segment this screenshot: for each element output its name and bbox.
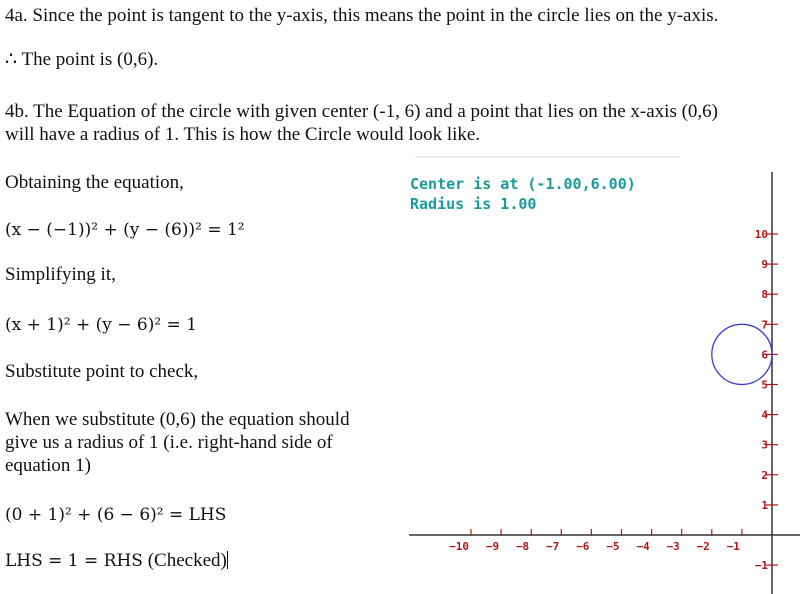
y-ticks: 10 9 8 7 6 5 4 3 2 1 −1 [755, 228, 778, 572]
y-tick-label: 7 [761, 318, 768, 331]
equation-4: LHS = 1 = RHS [5, 551, 143, 571]
equation-3: (0 + 1)² + (6 − 6)² = LHS [5, 505, 227, 525]
x-tick-label: −8 [516, 540, 529, 553]
substitute-explanation-line2: give us a radius of 1 (i.e. right-hand s… [5, 432, 333, 453]
checked-label: (Checked) [142, 550, 227, 571]
x-tick-label: −2 [697, 540, 710, 553]
substitute-explanation-line3: equation 1) [5, 455, 92, 476]
simplifying-label: Simplifying it, [5, 264, 116, 285]
y-tick-label: 9 [761, 258, 768, 271]
circle-graph: Center is at (-1.00,6.00) Radius is 1.00… [409, 156, 800, 594]
y-tick-label: 6 [761, 348, 768, 361]
x-ticks: −10−9−8−7−6−5−4−3−2−11 [449, 529, 743, 553]
x-tick-label: −4 [636, 540, 650, 553]
y-tick-label: 3 [761, 439, 768, 452]
x-tick-label: −10 [449, 540, 469, 553]
text-cursor [226, 551, 228, 569]
therefore-statement: ∴ The point is (0,6). [5, 49, 159, 70]
substitute-explanation-line1: When we substitute (0,6) the equation sh… [5, 409, 350, 430]
substitute-label: Substitute point to check, [5, 361, 199, 382]
equation-1: (x − (−1))² + (y − (6))² = 1² [5, 220, 245, 240]
y-tick-label: 5 [761, 379, 768, 392]
paragraph-4b-line2: will have a radius of 1. This is how the… [5, 124, 481, 145]
paragraph-4b-line1: 4b. The Equation of the circle with give… [5, 101, 718, 122]
x-tick-label: −1 [727, 540, 741, 553]
center-readout: Center is at (-1.00,6.00) [410, 175, 636, 193]
x-tick-label: −5 [606, 540, 619, 553]
y-tick-label: 8 [761, 288, 768, 301]
paragraph-4a: 4a. Since the point is tangent to the y-… [5, 5, 719, 26]
y-tick-label: −1 [755, 559, 769, 572]
y-tick-label: 1 [761, 499, 768, 512]
x-tick-label: −7 [546, 540, 559, 553]
check-line[interactable]: LHS = 1 = RHS (Checked) [5, 550, 228, 572]
y-tick-label: 4 [761, 409, 768, 422]
obtaining-label: Obtaining the equation, [5, 172, 184, 193]
x-tick-label: −9 [486, 540, 499, 553]
x-tick-label: −6 [576, 540, 590, 553]
radius-readout: Radius is 1.00 [410, 195, 536, 213]
x-tick-label: −3 [666, 540, 679, 553]
y-tick-label: 2 [761, 469, 768, 482]
y-tick-label: 10 [755, 228, 768, 241]
equation-2: (x + 1)² + (y − 6)² = 1 [5, 315, 198, 335]
